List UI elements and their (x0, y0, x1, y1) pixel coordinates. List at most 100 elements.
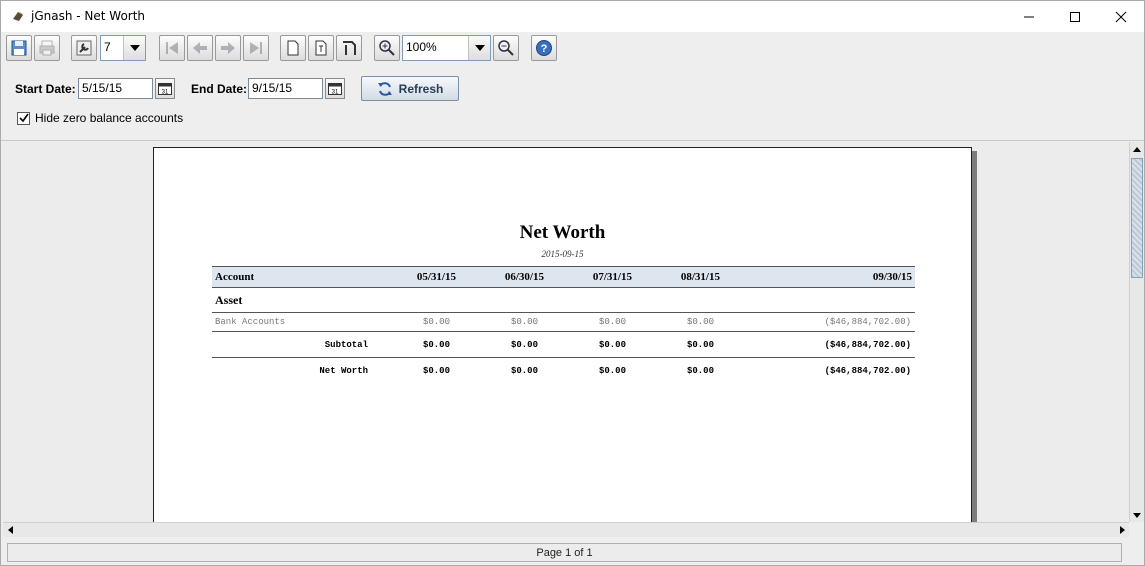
total-value: ($46,884,702.00) (824, 366, 911, 376)
report-parameters: Start Date: 5/15/15 31 End Date: 9/15/15… (1, 64, 1144, 141)
hide-zero-label: Hide zero balance accounts (35, 111, 184, 125)
hide-zero-balance-option[interactable]: Hide zero balance accounts (17, 111, 183, 125)
row-value: ($46,884,702.00) (824, 317, 911, 327)
font-size-value: 7 (104, 40, 111, 54)
column-header: 06/30/15 (504, 271, 544, 283)
svg-text:31: 31 (332, 89, 339, 95)
column-header: 05/31/15 (416, 271, 456, 283)
chevron-down-icon (468, 36, 490, 60)
wrench-icon (76, 40, 92, 56)
report-title: Net Worth (519, 222, 606, 243)
svg-text:31: 31 (162, 89, 169, 95)
end-date-label: End Date: (191, 82, 248, 96)
zoom-select[interactable]: 100% (402, 35, 491, 61)
chevron-right-icon (1119, 526, 1125, 534)
window-title: jGnash - Net Worth (31, 9, 146, 23)
refresh-label: Refresh (398, 81, 444, 96)
maximize-icon (1070, 11, 1080, 22)
column-header: Account (215, 271, 255, 283)
subtotal-value: $0.00 (598, 339, 626, 350)
total-value: $0.00 (686, 366, 714, 376)
group-label: Asset (215, 292, 243, 307)
calendar-icon: 31 (328, 82, 342, 95)
scroll-right-button[interactable] (1115, 523, 1129, 537)
page-indicator: Page 1 of 1 (536, 546, 593, 559)
close-button[interactable] (1098, 1, 1144, 32)
refresh-icon (377, 81, 392, 96)
save-report-button[interactable] (6, 35, 32, 61)
start-date-label: Start Date: (15, 82, 76, 96)
status-bar: Page 1 of 1 (7, 543, 1122, 562)
arrow-left-icon (193, 42, 207, 54)
start-date-field[interactable]: 5/15/15 (78, 78, 153, 99)
help-button[interactable]: ? (531, 35, 557, 61)
first-page-button[interactable] (159, 35, 185, 61)
close-icon (1115, 11, 1127, 22)
subtotal-value: $0.00 (686, 339, 714, 350)
end-date-field[interactable]: 9/15/15 (248, 78, 323, 99)
column-header: 07/31/15 (592, 271, 632, 283)
group-header: Asset (212, 288, 915, 313)
last-page-button[interactable] (243, 35, 269, 61)
help-icon: ? (536, 40, 552, 56)
checkmark-icon (18, 113, 29, 123)
total-value: $0.00 (510, 366, 538, 376)
report-viewer[interactable]: Net Worth 2015-09-15 Account 05/31/15 06… (3, 142, 1129, 522)
fit-page-button[interactable] (308, 35, 334, 61)
row-value: $0.00 (422, 317, 450, 327)
report-date: 2015-09-15 (541, 249, 584, 259)
next-page-button[interactable] (215, 35, 241, 61)
zoom-out-icon (498, 40, 514, 56)
table-header: Account 05/31/15 06/30/15 07/31/15 08/31… (212, 266, 915, 288)
column-header: 08/31/15 (680, 271, 720, 283)
minimize-icon (1024, 16, 1034, 17)
row-value: $0.00 (686, 317, 714, 327)
subtotal-value: ($46,884,702.00) (824, 339, 911, 350)
vertical-scrollbar[interactable] (1129, 142, 1144, 522)
minimize-button[interactable] (1006, 1, 1052, 32)
zoom-out-button[interactable] (493, 35, 519, 61)
print-button[interactable] (34, 35, 60, 61)
refresh-button[interactable]: Refresh (361, 76, 459, 101)
subtotal-value: $0.00 (510, 339, 538, 350)
start-date-calendar-button[interactable]: 31 (155, 78, 175, 99)
total-value: $0.00 (598, 366, 626, 376)
horizontal-scrollbar[interactable] (3, 522, 1129, 537)
row-value: $0.00 (598, 317, 626, 327)
page-icon (287, 40, 299, 56)
chevron-down-icon (123, 36, 145, 60)
print-icon (39, 40, 55, 56)
fit-width-icon (343, 41, 356, 55)
end-date-calendar-button[interactable]: 31 (325, 78, 345, 99)
column-header: 09/30/15 (872, 271, 912, 283)
app-window: jGnash - Net Worth 7 100% ? Start Date: … (0, 0, 1145, 566)
subtotal-row: Subtotal $0.00 $0.00 $0.00 $0.00 ($46,88… (212, 332, 915, 358)
vertical-scroll-thumb[interactable] (1131, 158, 1143, 278)
total-value: $0.00 (422, 366, 450, 376)
report-page: Net Worth 2015-09-15 Account 05/31/15 06… (153, 147, 972, 522)
maximize-button[interactable] (1052, 1, 1098, 32)
hide-zero-checkbox[interactable] (17, 111, 30, 125)
scroll-left-button[interactable] (3, 523, 17, 537)
font-size-select[interactable]: 7 (100, 35, 146, 61)
chevron-down-icon (1133, 512, 1141, 518)
svg-text:?: ? (541, 43, 548, 55)
scroll-down-button[interactable] (1130, 508, 1144, 522)
arrow-right-icon (221, 42, 235, 54)
row-value: $0.00 (510, 317, 538, 327)
subtotal-label: Subtotal (324, 339, 368, 350)
zoom-in-icon (379, 40, 395, 56)
actual-size-button[interactable] (280, 35, 306, 61)
chevron-up-icon (1133, 146, 1141, 152)
fit-width-button[interactable] (336, 35, 362, 61)
zoom-in-button[interactable] (374, 35, 400, 61)
total-row: Net Worth $0.00 $0.00 $0.00 $0.00 ($46,8… (212, 358, 915, 384)
previous-page-button[interactable] (187, 35, 213, 61)
scroll-up-button[interactable] (1130, 142, 1144, 156)
report-options-button[interactable] (71, 35, 97, 61)
last-page-icon (250, 42, 262, 54)
total-label: Net Worth (319, 366, 368, 376)
account-name: Bank Accounts (215, 317, 286, 327)
save-icon (11, 40, 27, 56)
calendar-icon: 31 (158, 82, 172, 95)
